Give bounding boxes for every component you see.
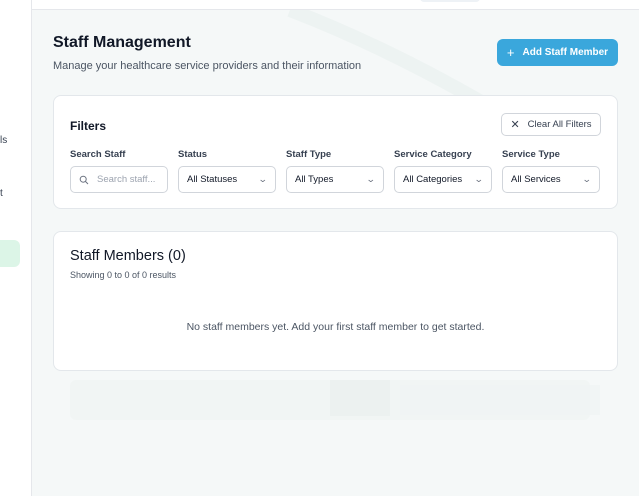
status-select[interactable]: All Statuses ⌄ xyxy=(178,166,276,193)
top-bar-control[interactable] xyxy=(420,0,480,2)
page-title: Staff Management xyxy=(53,34,191,51)
clear-filters-label: Clear All Filters xyxy=(527,119,592,130)
chevron-down-icon: ⌄ xyxy=(258,174,269,184)
staff-members-title: Staff Members (0) xyxy=(70,248,186,264)
empty-state-message: No staff members yet. Add your first sta… xyxy=(186,321,485,333)
add-staff-button-label: Add Staff Member xyxy=(522,47,609,58)
service-type-label: Service Type xyxy=(502,149,560,160)
page-subtitle: Manage your healthcare service providers… xyxy=(53,60,362,72)
status-label: Status xyxy=(178,149,208,160)
plus-icon: + xyxy=(506,45,515,60)
chevron-down-icon: ⌄ xyxy=(366,174,377,184)
staff-type-filter: Staff Type All Types ⌄ xyxy=(286,149,384,193)
sidebar-item-label[interactable]: ls xyxy=(0,135,7,146)
service-type-filter: Service Type All Services ⌄ xyxy=(502,149,600,193)
search-filter: Search Staff Search staff... xyxy=(70,149,168,193)
filters-title: Filters xyxy=(70,119,107,133)
staff-type-select[interactable]: All Types ⌄ xyxy=(286,166,384,193)
staff-type-value: All Types xyxy=(295,174,334,185)
close-icon: ✕ xyxy=(510,119,520,131)
staff-type-label: Staff Type xyxy=(286,149,332,160)
search-label: Search Staff xyxy=(70,149,126,160)
add-staff-button[interactable]: + Add Staff Member xyxy=(497,39,618,66)
results-count: Showing 0 to 0 of 0 results xyxy=(70,270,177,280)
sidebar-item-label[interactable]: t xyxy=(0,188,3,199)
service-type-value: All Services xyxy=(511,174,561,185)
search-icon xyxy=(79,175,89,184)
search-input[interactable]: Search staff... xyxy=(70,166,168,193)
status-value: All Statuses xyxy=(187,174,238,185)
service-category-value: All Categories xyxy=(403,174,463,185)
chevron-down-icon: ⌄ xyxy=(474,174,485,184)
staff-members-panel: Staff Members (0) Showing 0 to 0 of 0 re… xyxy=(53,231,618,371)
service-category-label: Service Category xyxy=(394,149,472,160)
service-category-filter: Service Category All Categories ⌄ xyxy=(394,149,492,193)
service-type-select[interactable]: All Services ⌄ xyxy=(502,166,600,193)
top-bar xyxy=(32,0,639,10)
service-category-select[interactable]: All Categories ⌄ xyxy=(394,166,492,193)
sidebar-item-active[interactable] xyxy=(0,240,20,267)
status-filter: Status All Statuses ⌄ xyxy=(178,149,276,193)
chevron-down-icon: ⌄ xyxy=(582,174,593,184)
clear-filters-button[interactable]: ✕ Clear All Filters xyxy=(501,113,601,136)
filters-panel: Filters ✕ Clear All Filters Search Staff… xyxy=(53,95,618,209)
search-placeholder: Search staff... xyxy=(97,174,156,185)
